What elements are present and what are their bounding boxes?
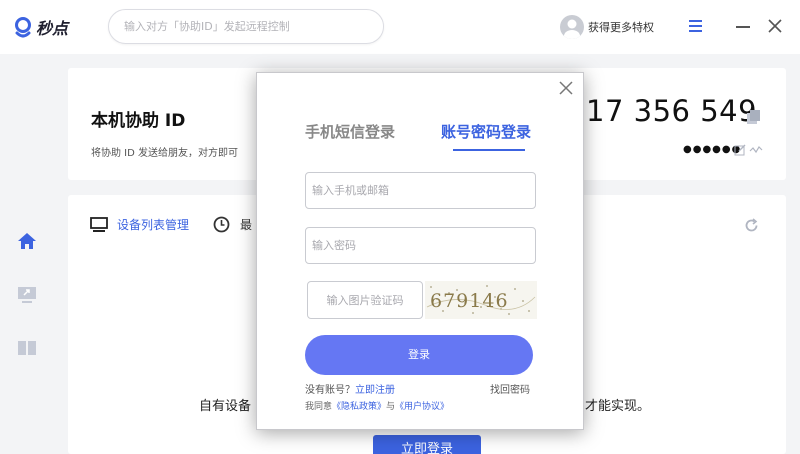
privacy-link[interactable]: 《隐私政策》: [332, 402, 386, 412]
password-field[interactable]: [305, 227, 536, 264]
avatar[interactable]: [560, 15, 584, 39]
account-field[interactable]: [305, 172, 536, 209]
user-icon: [564, 19, 580, 39]
refresh-password-icon[interactable]: [749, 145, 763, 155]
title-bar: 秒点 获得更多特权: [0, 0, 800, 54]
copy-icon[interactable]: [746, 109, 762, 125]
agree-prefix: 我同意: [305, 402, 333, 412]
refresh-icon[interactable]: [744, 218, 759, 233]
captcha-text: 679146: [430, 290, 509, 312]
forgot-password-link[interactable]: 找回密码: [490, 381, 530, 396]
agree-and: 与: [386, 402, 396, 412]
tab-password-login[interactable]: 账号密码登录: [441, 121, 531, 142]
login-dialog: 手机短信登录 账号密码登录 679146 登录 没有账号？立即注册 找回密码 我…: [256, 72, 584, 430]
app-name: 秒点: [36, 19, 69, 38]
captcha-field[interactable]: [307, 281, 423, 319]
active-tab-indicator: [453, 149, 525, 151]
clock-icon: [213, 216, 230, 233]
no-account-text: 没有账号？: [305, 385, 355, 396]
remote-desktop-icon[interactable]: [16, 284, 38, 306]
edit-icon[interactable]: [734, 144, 746, 156]
menu-icon[interactable]: [689, 19, 702, 33]
terms-link[interactable]: 《用户协议》: [395, 402, 449, 412]
app-logo: 秒点: [12, 14, 72, 40]
password-input[interactable]: [306, 228, 535, 263]
tab-recent[interactable]: 最: [213, 216, 252, 233]
tab-device-list[interactable]: 设备列表管理: [90, 216, 189, 233]
id-description: 将协助 ID 发送给朋友，对方即可: [91, 148, 239, 159]
home-icon[interactable]: [16, 230, 38, 252]
tab-device-list-label: 设备列表管理: [117, 218, 190, 232]
message-right: 才能实现。: [585, 399, 651, 414]
tab-sms-login[interactable]: 手机短信登录: [305, 121, 395, 142]
captcha-input[interactable]: [308, 282, 422, 318]
book-icon[interactable]: [16, 337, 38, 359]
register-row: 没有账号？立即注册: [305, 381, 395, 396]
captcha-image[interactable]: 679146: [425, 281, 537, 319]
login-button[interactable]: 登录: [305, 335, 533, 375]
logo-icon: [15, 17, 31, 38]
account-input[interactable]: [306, 173, 535, 208]
id-number: 17 356 549: [586, 94, 758, 128]
id-title: 本机协助 ID: [91, 111, 186, 131]
monitor-icon: [90, 216, 108, 232]
minimize-icon[interactable]: [736, 26, 750, 28]
dialog-close-icon[interactable]: [559, 81, 573, 95]
search-input[interactable]: [109, 10, 383, 43]
agreement-row: 我同意《隐私政策》与《用户协议》: [305, 399, 449, 412]
tab-recent-label: 最: [240, 218, 253, 232]
message-left: 自有设备: [199, 399, 252, 414]
password-mask: ●●●●●●: [683, 144, 742, 155]
search-box[interactable]: [108, 9, 384, 44]
close-icon[interactable]: [767, 18, 783, 34]
register-link[interactable]: 立即注册: [355, 385, 395, 396]
captcha-noise: 679146: [426, 285, 536, 315]
upgrade-link[interactable]: 获得更多特权: [588, 19, 654, 35]
login-now-button[interactable]: 立即登录: [373, 435, 481, 454]
